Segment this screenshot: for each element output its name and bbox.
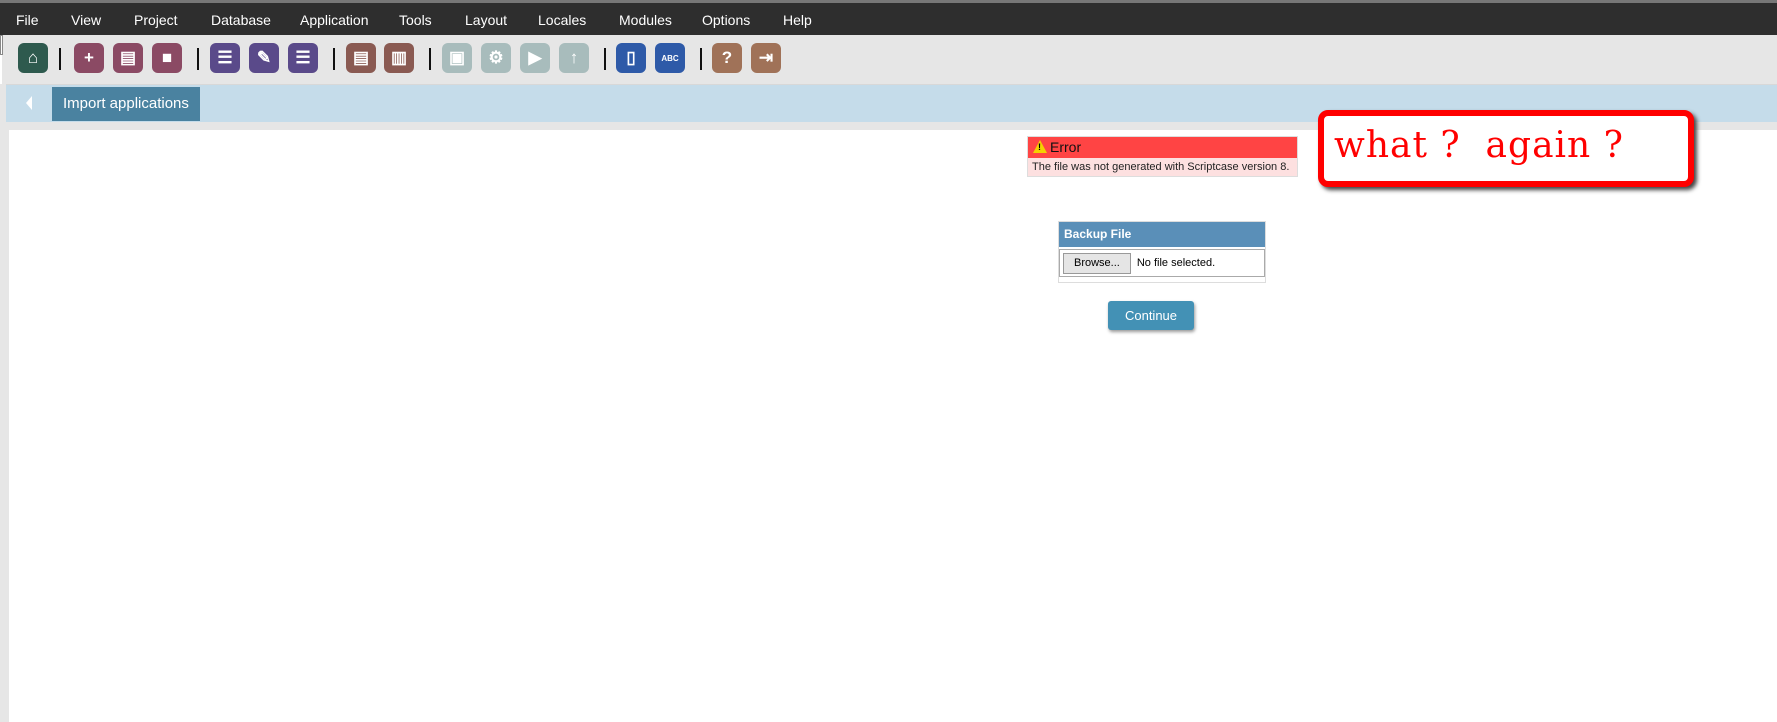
help-icon[interactable]: ? bbox=[712, 43, 742, 73]
toolbar: ⌂ + ▤ ■ ☰ ✎ ☰ ▤ ▥ ▣ ⚙ ▶ ↑ ▯ ABC? ⇥ bbox=[0, 35, 1777, 84]
run-icon[interactable]: ▶ bbox=[520, 43, 550, 73]
toolbar-separator bbox=[604, 48, 606, 70]
menu-view[interactable]: View bbox=[71, 12, 101, 28]
spellcheck-icon[interactable]: ABC bbox=[655, 43, 685, 73]
continue-button[interactable]: Continue bbox=[1108, 301, 1194, 330]
menu-layout[interactable]: Layout bbox=[465, 12, 507, 28]
toolbar-separator bbox=[700, 48, 702, 70]
menu-file[interactable]: File bbox=[16, 12, 39, 28]
browse-button[interactable]: Browse... bbox=[1063, 252, 1131, 274]
toolbar-separator bbox=[429, 48, 431, 70]
toolbar-separator bbox=[333, 48, 335, 70]
menu-project[interactable]: Project bbox=[134, 12, 178, 28]
document-icon[interactable]: ▤ bbox=[346, 43, 376, 73]
book-icon[interactable]: ▯ bbox=[616, 43, 646, 73]
home-icon[interactable]: ⌂ bbox=[18, 43, 48, 73]
exit-icon[interactable]: ⇥ bbox=[751, 43, 781, 73]
generate-icon[interactable]: ⚙ bbox=[481, 43, 511, 73]
edit-application-icon[interactable]: ✎ bbox=[249, 43, 279, 73]
file-input: Browse... No file selected. bbox=[1059, 249, 1265, 277]
menu-bar: File View Project Database Application Tools L… bbox=[0, 0, 1777, 35]
toolbar-separator bbox=[59, 48, 61, 70]
window-edge bbox=[0, 35, 3, 55]
open-project-icon[interactable]: ▤ bbox=[113, 43, 143, 73]
menu-tools[interactable]: Tools bbox=[399, 12, 432, 28]
save-icon[interactable]: ▣ bbox=[442, 43, 472, 73]
project-box-icon[interactable]: ■ bbox=[152, 43, 182, 73]
error-header: ! Error bbox=[1028, 137, 1297, 158]
error-box: ! Error The file was not generated with … bbox=[1027, 136, 1298, 177]
menu-options[interactable]: Options bbox=[702, 12, 750, 28]
menu-modules[interactable]: Modules bbox=[619, 12, 672, 28]
file-status: No file selected. bbox=[1136, 257, 1216, 269]
menu-help[interactable]: Help bbox=[783, 12, 812, 28]
menu-locales[interactable]: Locales bbox=[538, 12, 586, 28]
warning-icon: ! bbox=[1033, 140, 1047, 153]
menu-application[interactable]: Application bbox=[300, 12, 369, 28]
new-project-icon[interactable]: + bbox=[74, 43, 104, 73]
new-application-icon[interactable]: ☰ bbox=[210, 43, 240, 73]
content-area bbox=[9, 130, 1777, 722]
toolbar-separator bbox=[197, 48, 199, 70]
error-message: The file was not generated with Scriptca… bbox=[1032, 161, 1290, 173]
backup-file-title: Backup File bbox=[1059, 222, 1265, 247]
error-title: Error bbox=[1050, 139, 1082, 155]
deploy-icon[interactable]: ↑ bbox=[559, 43, 589, 73]
menu-database[interactable]: Database bbox=[211, 12, 271, 28]
documents-icon[interactable]: ▥ bbox=[384, 43, 414, 73]
application-list-icon[interactable]: ☰ bbox=[288, 43, 318, 73]
tab-import-applications[interactable]: Import applications bbox=[52, 87, 200, 121]
backup-file-panel: Backup File Browse... No file selected. bbox=[1058, 221, 1266, 283]
annotation-callout: what ? again ? bbox=[1318, 110, 1694, 187]
back-arrow-icon[interactable] bbox=[26, 96, 32, 110]
